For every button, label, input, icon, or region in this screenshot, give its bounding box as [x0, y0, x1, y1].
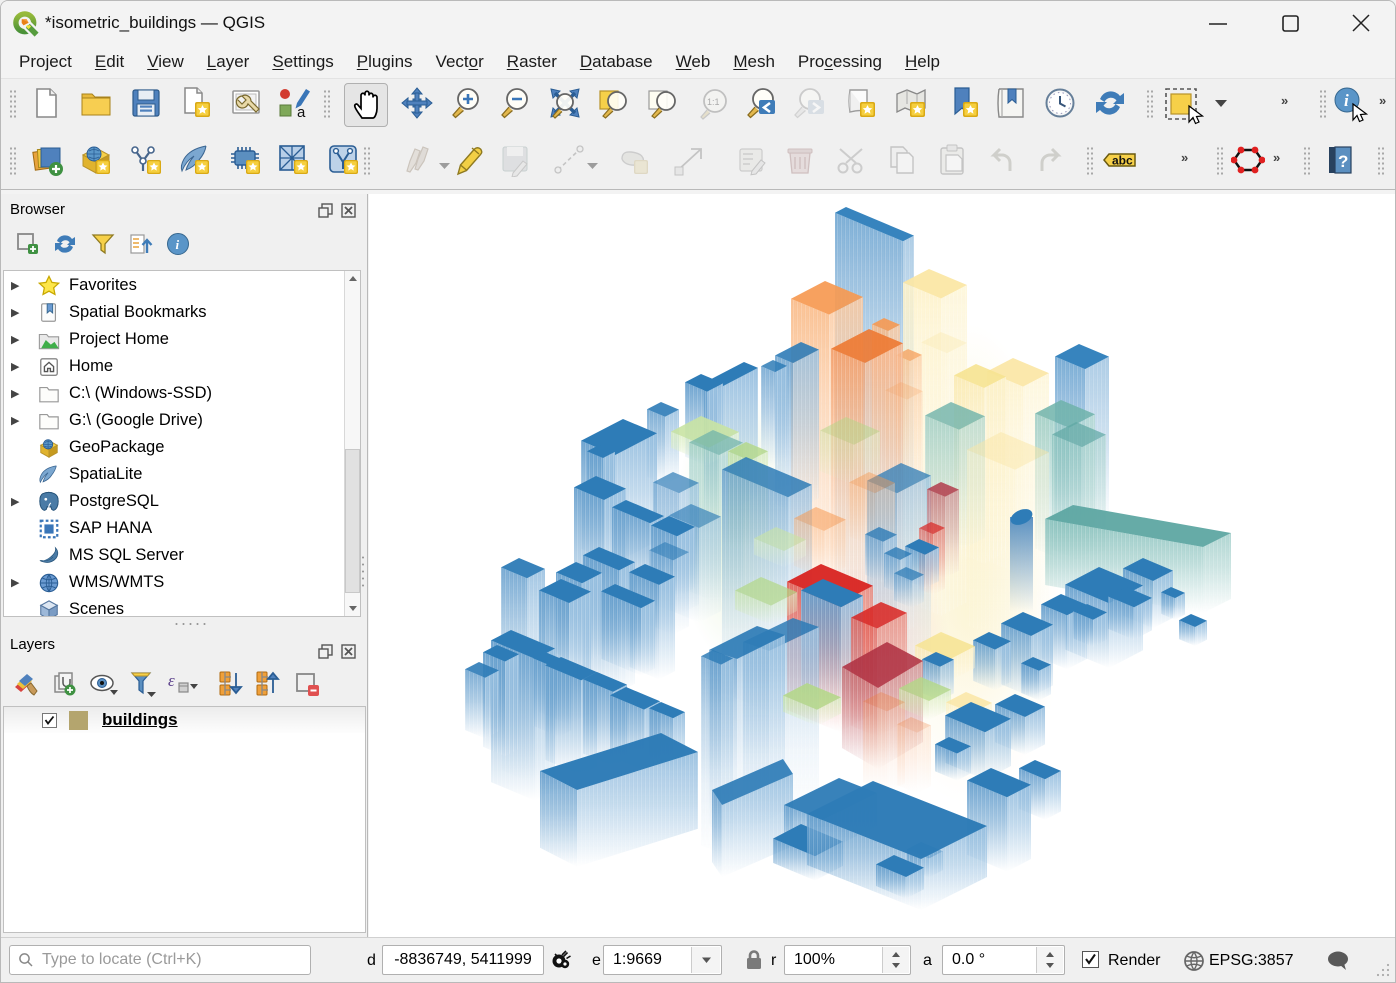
svg-text:1:1: 1:1 — [707, 97, 720, 107]
svg-text:abc: abc — [1112, 154, 1133, 168]
svg-text:?: ? — [1338, 152, 1348, 171]
svg-text:a: a — [297, 104, 306, 120]
svg-text:i: i — [176, 237, 180, 252]
svg-text:i: i — [1344, 91, 1349, 110]
svg-text:ε: ε — [168, 671, 175, 690]
